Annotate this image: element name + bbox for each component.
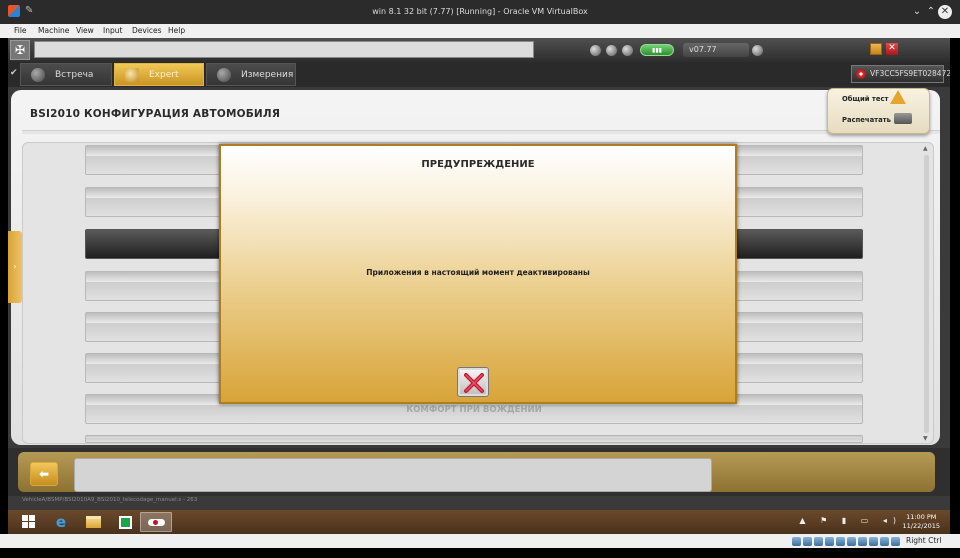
window-title: win 8.1 32 bit (7.77) [Running] - Oracle… bbox=[372, 7, 588, 16]
vin-badge[interactable]: VF3CC5FS9ET028472 bbox=[851, 65, 950, 83]
page-title: BSI2010 КОНФИГУРАЦИЯ АВТОМОБИЛЯ bbox=[30, 108, 281, 120]
tab-expert[interactable]: Expert bbox=[114, 63, 204, 86]
refresh-icon[interactable] bbox=[752, 45, 763, 56]
tab-vstrecha[interactable]: Встреча bbox=[20, 63, 112, 86]
system-clock[interactable]: 11:00 PM 11/22/2015 bbox=[903, 513, 940, 531]
close-window-button[interactable]: ✕ bbox=[938, 5, 952, 19]
bottom-panel: ⬅ bbox=[18, 452, 935, 492]
help-icon[interactable] bbox=[590, 45, 601, 56]
clock-time: 11:00 PM bbox=[906, 513, 937, 521]
scrollbar-track[interactable] bbox=[924, 155, 929, 433]
app-close-button[interactable]: ✕ bbox=[886, 43, 898, 55]
audio-icon[interactable] bbox=[814, 537, 823, 546]
chevron-up-icon[interactable]: ⌃ bbox=[924, 5, 938, 19]
tab-label: Expert bbox=[149, 70, 179, 80]
settings-icon[interactable] bbox=[622, 45, 633, 56]
expert-icon bbox=[125, 68, 139, 82]
menu-help[interactable]: Help bbox=[168, 26, 185, 35]
host-key-label: Right Ctrl bbox=[906, 536, 942, 545]
close-x-icon bbox=[464, 373, 484, 393]
cpu-icon[interactable] bbox=[880, 537, 889, 546]
scrollbar[interactable]: ▲ ▼ bbox=[922, 145, 931, 443]
bottom-bar: ⬅ bbox=[8, 448, 950, 496]
script-path: VehicleA/BSMP/BSI2010A9_BSI2010_telecoda… bbox=[22, 497, 198, 503]
guest-screen: ✠ ▮▮▮ v07.77 ✕ ✔ Встреча Expert Измерени… bbox=[8, 38, 950, 510]
tab-izmereniya[interactable]: Измерения bbox=[206, 63, 296, 86]
usb-icon[interactable] bbox=[836, 537, 845, 546]
tab-label: Измерения bbox=[241, 70, 294, 80]
general-test-item[interactable]: Общий тест bbox=[842, 95, 888, 103]
warning-icon bbox=[890, 90, 906, 104]
system-tray-icons[interactable]: ▲ ⚑ ▮ ▭ ◂) bbox=[799, 516, 902, 525]
version-label: v07.77 bbox=[683, 43, 749, 57]
scroll-down-icon[interactable]: ▼ bbox=[923, 435, 928, 442]
peugeot-logo-icon[interactable]: ✠ bbox=[10, 40, 30, 60]
store-icon[interactable] bbox=[110, 512, 140, 532]
vbox-title-bar: ✎ win 8.1 32 bit (7.77) [Running] - Orac… bbox=[0, 0, 960, 24]
status-field bbox=[74, 458, 712, 492]
recording-icon[interactable] bbox=[869, 537, 878, 546]
windows-taskbar: e ▲ ⚑ ▮ ▭ ◂) 11:00 PM 11/22/2015 bbox=[8, 510, 950, 534]
menu-view[interactable]: View bbox=[76, 26, 94, 35]
warning-dialog: ПРЕДУПРЕЖДЕНИЕ Приложения в настоящий мо… bbox=[219, 144, 737, 404]
chevron-down-icon[interactable]: ⌄ bbox=[910, 5, 924, 19]
display-icon[interactable] bbox=[858, 537, 867, 546]
vbox-menu-bar: File Machine View Input Devices Help bbox=[0, 24, 960, 38]
windows-start-icon[interactable] bbox=[14, 512, 44, 532]
side-panel-toggle[interactable]: › bbox=[8, 231, 22, 303]
screen: ✎ win 8.1 32 bit (7.77) [Running] - Orac… bbox=[0, 0, 960, 558]
optical-drive-icon[interactable] bbox=[803, 537, 812, 546]
file-explorer-icon[interactable] bbox=[78, 512, 108, 532]
battery-icon: ▮▮▮ bbox=[640, 44, 674, 56]
meeting-icon bbox=[31, 68, 45, 82]
clock-date: 11/22/2015 bbox=[902, 522, 940, 530]
side-menu: Общий тест Распечатать bbox=[827, 88, 930, 134]
dialog-close-button[interactable] bbox=[457, 367, 489, 397]
chevron-down-icon[interactable]: ✔ bbox=[10, 68, 18, 78]
printer-icon bbox=[894, 113, 912, 124]
scroll-up-icon[interactable]: ▲ bbox=[923, 145, 928, 152]
vin-text: VF3CC5FS9ET028472 bbox=[870, 69, 950, 78]
dialog-title: ПРЕДУПРЕЖДЕНИЕ bbox=[421, 159, 535, 170]
menu-file[interactable]: File bbox=[14, 26, 27, 35]
menu-machine[interactable]: Machine bbox=[38, 26, 69, 35]
back-button[interactable]: ⬅ bbox=[30, 462, 58, 486]
minimize-button[interactable] bbox=[870, 43, 882, 55]
hdd-icon[interactable] bbox=[792, 537, 801, 546]
network-icon[interactable] bbox=[825, 537, 834, 546]
menu-input[interactable]: Input bbox=[103, 26, 122, 35]
diagbox-taskbar-icon[interactable] bbox=[140, 512, 172, 532]
title-divider bbox=[22, 130, 940, 134]
vehicle-icon bbox=[856, 69, 866, 79]
dialog-message: Приложения в настоящий момент деактивиро… bbox=[366, 268, 590, 277]
measurement-icon bbox=[217, 68, 231, 82]
vbox-status-bar: Right Ctrl bbox=[0, 534, 960, 548]
shared-folder-icon[interactable] bbox=[847, 537, 856, 546]
internet-explorer-icon[interactable]: e bbox=[46, 512, 76, 532]
tab-bar: ✔ Встреча Expert Измерения VF3CC5FS9ET02… bbox=[8, 62, 950, 87]
toolbar-input-field[interactable] bbox=[34, 41, 534, 58]
list-item[interactable] bbox=[85, 435, 863, 443]
print-item[interactable]: Распечатать bbox=[842, 116, 891, 124]
tab-label: Встреча bbox=[55, 70, 94, 80]
mouse-integration-icon[interactable] bbox=[891, 537, 900, 546]
menu-devices[interactable]: Devices bbox=[132, 26, 162, 35]
diagbox-toolbar: ✠ ▮▮▮ v07.77 ✕ bbox=[8, 38, 950, 62]
home-icon[interactable] bbox=[606, 45, 617, 56]
